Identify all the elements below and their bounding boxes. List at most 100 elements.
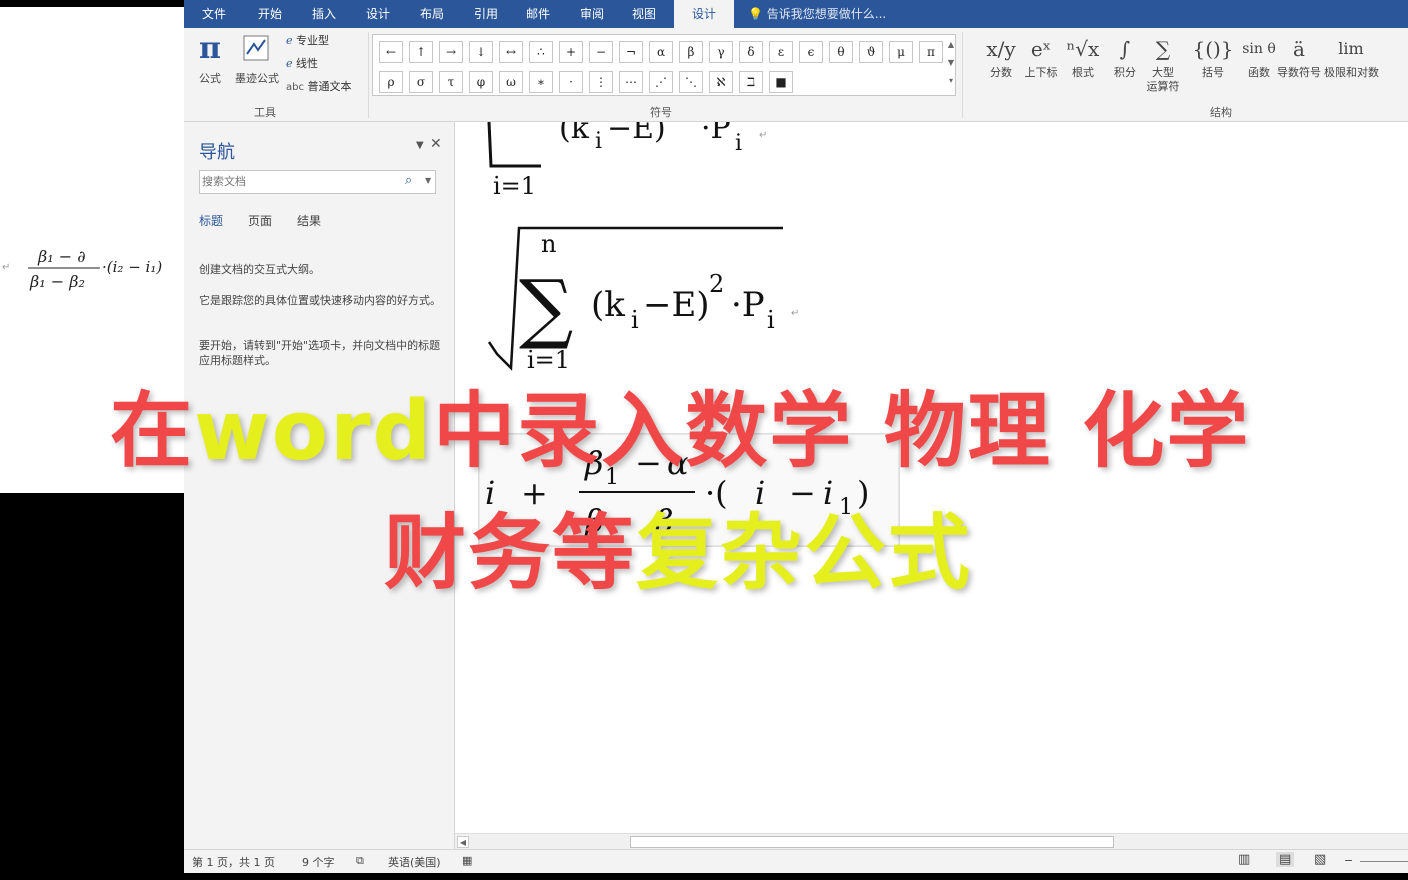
web-layout-icon[interactable]: ▧ xyxy=(1314,852,1326,867)
symbol-button[interactable]: μ xyxy=(889,41,913,63)
left-formula-mark: ↵ xyxy=(2,262,10,273)
symbol-button[interactable]: ω xyxy=(499,71,523,93)
ink-equation-icon xyxy=(243,35,269,61)
symbol-button[interactable]: α xyxy=(649,41,673,63)
symbol-button[interactable]: θ xyxy=(829,41,853,63)
tab-references[interactable]: 引用 xyxy=(464,0,508,28)
symbol-button[interactable]: + xyxy=(559,41,583,63)
symbol-button[interactable]: ℵ xyxy=(709,71,733,93)
structure-icon: lim xyxy=(1338,39,1364,58)
tab-review[interactable]: 审阅 xyxy=(570,0,614,28)
symbol-button[interactable]: − xyxy=(589,41,613,63)
svg-text:i: i xyxy=(767,306,775,334)
symbol-button[interactable]: ↑ xyxy=(409,41,433,63)
tab-results[interactable]: 结果 xyxy=(297,212,321,229)
svg-text:·P: ·P xyxy=(731,285,765,325)
symbol-button[interactable]: ■ xyxy=(769,71,793,93)
left-formula: ↵ β₁ − ∂ β₁ − β₂ ·(i₂ − i₁) xyxy=(2,247,162,291)
symbol-button[interactable]: ρ xyxy=(379,71,403,93)
structure-label: 导数符号 xyxy=(1277,66,1321,79)
symbol-button[interactable]: β xyxy=(679,41,703,63)
tab-mailings[interactable]: 邮件 xyxy=(516,0,560,28)
tab-pages[interactable]: 页面 xyxy=(248,212,272,229)
equation-button[interactable]: π 公式 xyxy=(194,32,226,92)
ink-equation-button[interactable]: 墨迹公式 xyxy=(232,32,282,92)
svg-text:(k: (k xyxy=(591,285,625,325)
structure-button[interactable]: ä 导数符号 xyxy=(1272,32,1326,98)
page-count[interactable]: 第 1 页，共 1 页 xyxy=(192,854,275,870)
symbol-button[interactable]: ϑ xyxy=(859,41,883,63)
structure-button[interactable]: ≡运 xyxy=(1388,32,1408,98)
svg-text:i: i xyxy=(631,306,639,334)
nav-search-box[interactable]: ⌕ ▼ xyxy=(199,170,436,194)
language[interactable]: 英语(美国) xyxy=(388,854,441,870)
symbol-button[interactable]: ⋱ xyxy=(679,71,703,93)
close-icon[interactable]: ✕ xyxy=(430,136,442,152)
structure-button[interactable]: ∑ 大型 运算符 xyxy=(1136,32,1190,98)
symbol-button[interactable]: γ xyxy=(709,41,733,63)
symbol-button[interactable]: ↓ xyxy=(469,41,493,63)
symbol-gallery-scroll[interactable]: ▲ ▼ ▾ xyxy=(946,36,956,94)
symbol-button[interactable]: ↔ xyxy=(499,41,523,63)
symbol-button[interactable]: σ xyxy=(409,71,433,93)
zoom-out-icon[interactable]: − xyxy=(1344,854,1353,867)
svg-text:i: i xyxy=(735,131,742,156)
overlay-text-red-3: 财务等 xyxy=(384,506,637,601)
svg-text:2: 2 xyxy=(709,270,724,298)
read-mode-icon[interactable]: ▥ xyxy=(1238,852,1250,867)
ribbon-tab-bar: 文件 开始 插入 设计 布局 引用 邮件 审阅 视图 设计 💡 告诉我您想要做什… xyxy=(184,0,1408,28)
status-bar: 第 1 页，共 1 页 9 个字 ⧉ 英语(美国) ▦ ▥ ▤ ▧ − xyxy=(184,849,1408,873)
symbol-button[interactable]: ⋯ xyxy=(619,71,643,93)
tell-me-box[interactable]: 💡 告诉我您想要做什么... xyxy=(748,0,886,28)
symbol-button[interactable]: → xyxy=(439,41,463,63)
search-icon[interactable]: ⌕ xyxy=(405,173,412,188)
symbol-button[interactable]: τ xyxy=(439,71,463,93)
left-formula-numerator: β₁ − ∂ xyxy=(37,247,86,266)
symbol-button[interactable]: ∴ xyxy=(529,41,553,63)
scroll-left-icon[interactable]: ◀ xyxy=(457,836,469,848)
linear-button[interactable]: e 线性 xyxy=(286,55,366,75)
word-count[interactable]: 9 个字 xyxy=(302,854,335,870)
abc-icon: abc xyxy=(286,82,304,93)
symbol-button[interactable]: ⋰ xyxy=(649,71,673,93)
horizontal-scrollbar[interactable]: ◀ xyxy=(455,833,1408,849)
symbol-button[interactable]: ℶ xyxy=(739,71,763,93)
symbol-button[interactable]: ¬ xyxy=(619,41,643,63)
zoom-slider[interactable] xyxy=(1360,861,1408,862)
ribbon-body: π 公式 墨迹公式 e 专业型 e 线性 abc 普通文本 工具 ← ↑ → ↓ ↔ ∴ +… xyxy=(184,28,1408,122)
symbol-button[interactable]: ∗ xyxy=(529,71,553,93)
chevron-down-icon[interactable]: ▼ xyxy=(425,176,431,185)
tab-design[interactable]: 设计 xyxy=(356,0,400,28)
equation-label: 公式 xyxy=(199,72,221,85)
nav-options-icon[interactable]: ▼ xyxy=(416,140,424,151)
print-layout-icon[interactable]: ▤ xyxy=(1276,852,1295,867)
symbol-button[interactable]: · xyxy=(559,71,583,93)
symbol-button[interactable]: π xyxy=(919,41,943,63)
tab-insert[interactable]: 插入 xyxy=(302,0,346,28)
structure-button[interactable]: lim 极限和对数 xyxy=(1324,32,1379,98)
symbol-button[interactable]: δ xyxy=(739,41,763,63)
overlay-text-yellow-2: 复杂公式 xyxy=(636,506,973,601)
tab-equation-design[interactable]: 设计 xyxy=(674,0,734,28)
symbol-button[interactable]: φ xyxy=(469,71,493,93)
tab-layout[interactable]: 布局 xyxy=(410,0,454,28)
macro-icon[interactable]: ▦ xyxy=(462,854,472,867)
tab-home[interactable]: 开始 xyxy=(248,0,292,28)
tab-headings[interactable]: 标题 xyxy=(199,212,223,229)
proofing-icon[interactable]: ⧉ xyxy=(356,854,364,868)
tab-file[interactable]: 文件 xyxy=(192,0,236,28)
formula-2: n ∑ i=1 (k i −E) 2 ·P i ↵ xyxy=(487,226,799,374)
professional-button[interactable]: e 专业型 xyxy=(286,32,366,52)
scroll-thumb[interactable] xyxy=(630,836,1114,848)
svg-text:∑: ∑ xyxy=(519,263,573,352)
symbol-button[interactable]: ← xyxy=(379,41,403,63)
symbol-button[interactable]: ε xyxy=(769,41,793,63)
symbol-button[interactable]: ⋮ xyxy=(589,71,613,93)
tab-view[interactable]: 视图 xyxy=(622,0,666,28)
tools-group-label: 工具 xyxy=(254,106,276,119)
symbol-button[interactable]: ϵ xyxy=(799,41,823,63)
overlay-text-red-1: 在 xyxy=(110,384,195,479)
normal-text-button[interactable]: abc 普通文本 xyxy=(286,78,366,98)
search-input[interactable] xyxy=(202,173,398,191)
left-window-topbar xyxy=(0,0,184,7)
